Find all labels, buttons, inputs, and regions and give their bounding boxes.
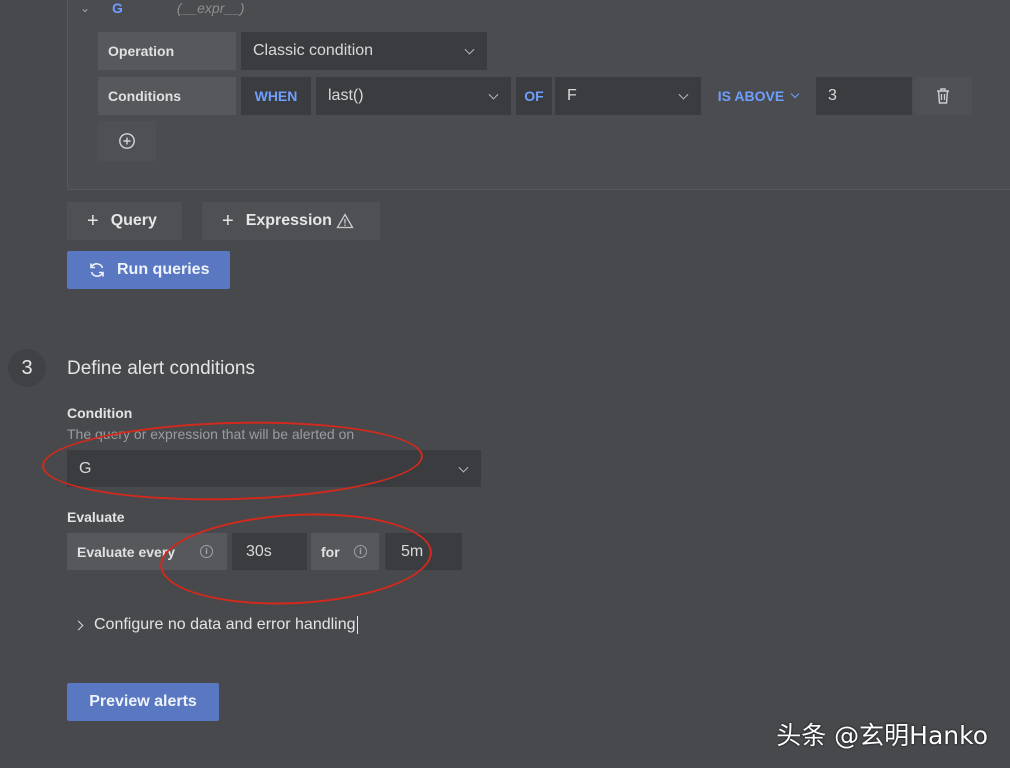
evaluator-select-value: IS ABOVE <box>717 88 785 104</box>
operation-select-value: Classic condition <box>253 42 374 59</box>
chevron-right-icon <box>73 620 84 630</box>
chevron-down-icon[interactable]: ⌄ <box>80 1 98 15</box>
query-ref-id: G <box>112 0 123 16</box>
chevron-down-icon <box>790 89 800 99</box>
warning-icon <box>336 213 354 229</box>
section-title: Define alert conditions <box>67 358 255 379</box>
condition-label: Condition <box>67 405 133 421</box>
no-data-toggle[interactable]: Configure no data and error handling <box>73 616 358 634</box>
run-queries-button[interactable]: Run queries <box>67 251 230 289</box>
reducer-select[interactable]: last() <box>316 77 511 115</box>
query-ref-select[interactable]: F <box>555 77 701 115</box>
query-header[interactable]: ⌄ G (__expr__) <box>80 0 245 16</box>
trash-icon <box>937 88 949 104</box>
evaluate-every-label: Evaluate every i <box>67 533 227 570</box>
query-type-hint: (__expr__) <box>176 0 245 16</box>
add-condition-button[interactable] <box>98 121 156 161</box>
conditions-label: Conditions <box>98 77 236 115</box>
preview-alerts-label: Preview alerts <box>89 693 197 710</box>
run-queries-label: Run queries <box>117 261 210 278</box>
for-label: for i <box>311 533 379 570</box>
for-text: for <box>321 543 340 560</box>
evaluate-every-value: 30s <box>246 542 272 560</box>
plus-icon: + <box>87 209 99 232</box>
chevron-down-icon <box>678 89 689 100</box>
info-icon[interactable]: i <box>200 545 213 558</box>
add-query-label: Query <box>110 212 157 229</box>
threshold-input[interactable]: 3 <box>816 77 912 115</box>
step-number: 3 <box>8 349 46 387</box>
evaluate-label: Evaluate <box>67 509 125 525</box>
add-expression-label: Expression <box>245 212 332 229</box>
for-input[interactable]: 5m <box>385 533 462 570</box>
evaluate-every-text: Evaluate every <box>77 543 176 560</box>
add-query-button[interactable]: + Query <box>67 202 182 240</box>
add-expression-button[interactable]: + Expression <box>202 202 380 240</box>
condition-select-value: G <box>79 459 92 477</box>
threshold-value: 3 <box>828 87 837 104</box>
query-ref-select-value: F <box>567 87 577 104</box>
evaluator-select[interactable]: IS ABOVE <box>706 77 810 115</box>
condition-description: The query or expression that will be ale… <box>67 426 355 442</box>
for-value: 5m <box>401 542 424 560</box>
preview-alerts-button[interactable]: Preview alerts <box>67 683 219 721</box>
plus-circle-icon <box>119 133 135 149</box>
text-cursor <box>356 616 358 634</box>
evaluate-every-input[interactable]: 30s <box>232 533 307 570</box>
delete-condition-button[interactable] <box>914 77 972 115</box>
chevron-down-icon <box>464 44 475 55</box>
watermark: 头条 @玄明Hanko <box>776 721 988 750</box>
operation-label: Operation <box>98 32 236 70</box>
no-data-label: Configure no data and error handling <box>94 616 356 633</box>
operation-select[interactable]: Classic condition <box>241 32 487 70</box>
plus-icon: + <box>222 209 234 232</box>
refresh-icon <box>90 263 104 277</box>
info-icon[interactable]: i <box>354 545 367 558</box>
reducer-select-value: last() <box>328 87 364 104</box>
chevron-down-icon <box>488 89 499 100</box>
chevron-down-icon <box>458 462 469 473</box>
when-keyword: WHEN <box>241 77 311 115</box>
condition-select[interactable]: G <box>67 450 481 487</box>
of-keyword: OF <box>516 77 552 115</box>
